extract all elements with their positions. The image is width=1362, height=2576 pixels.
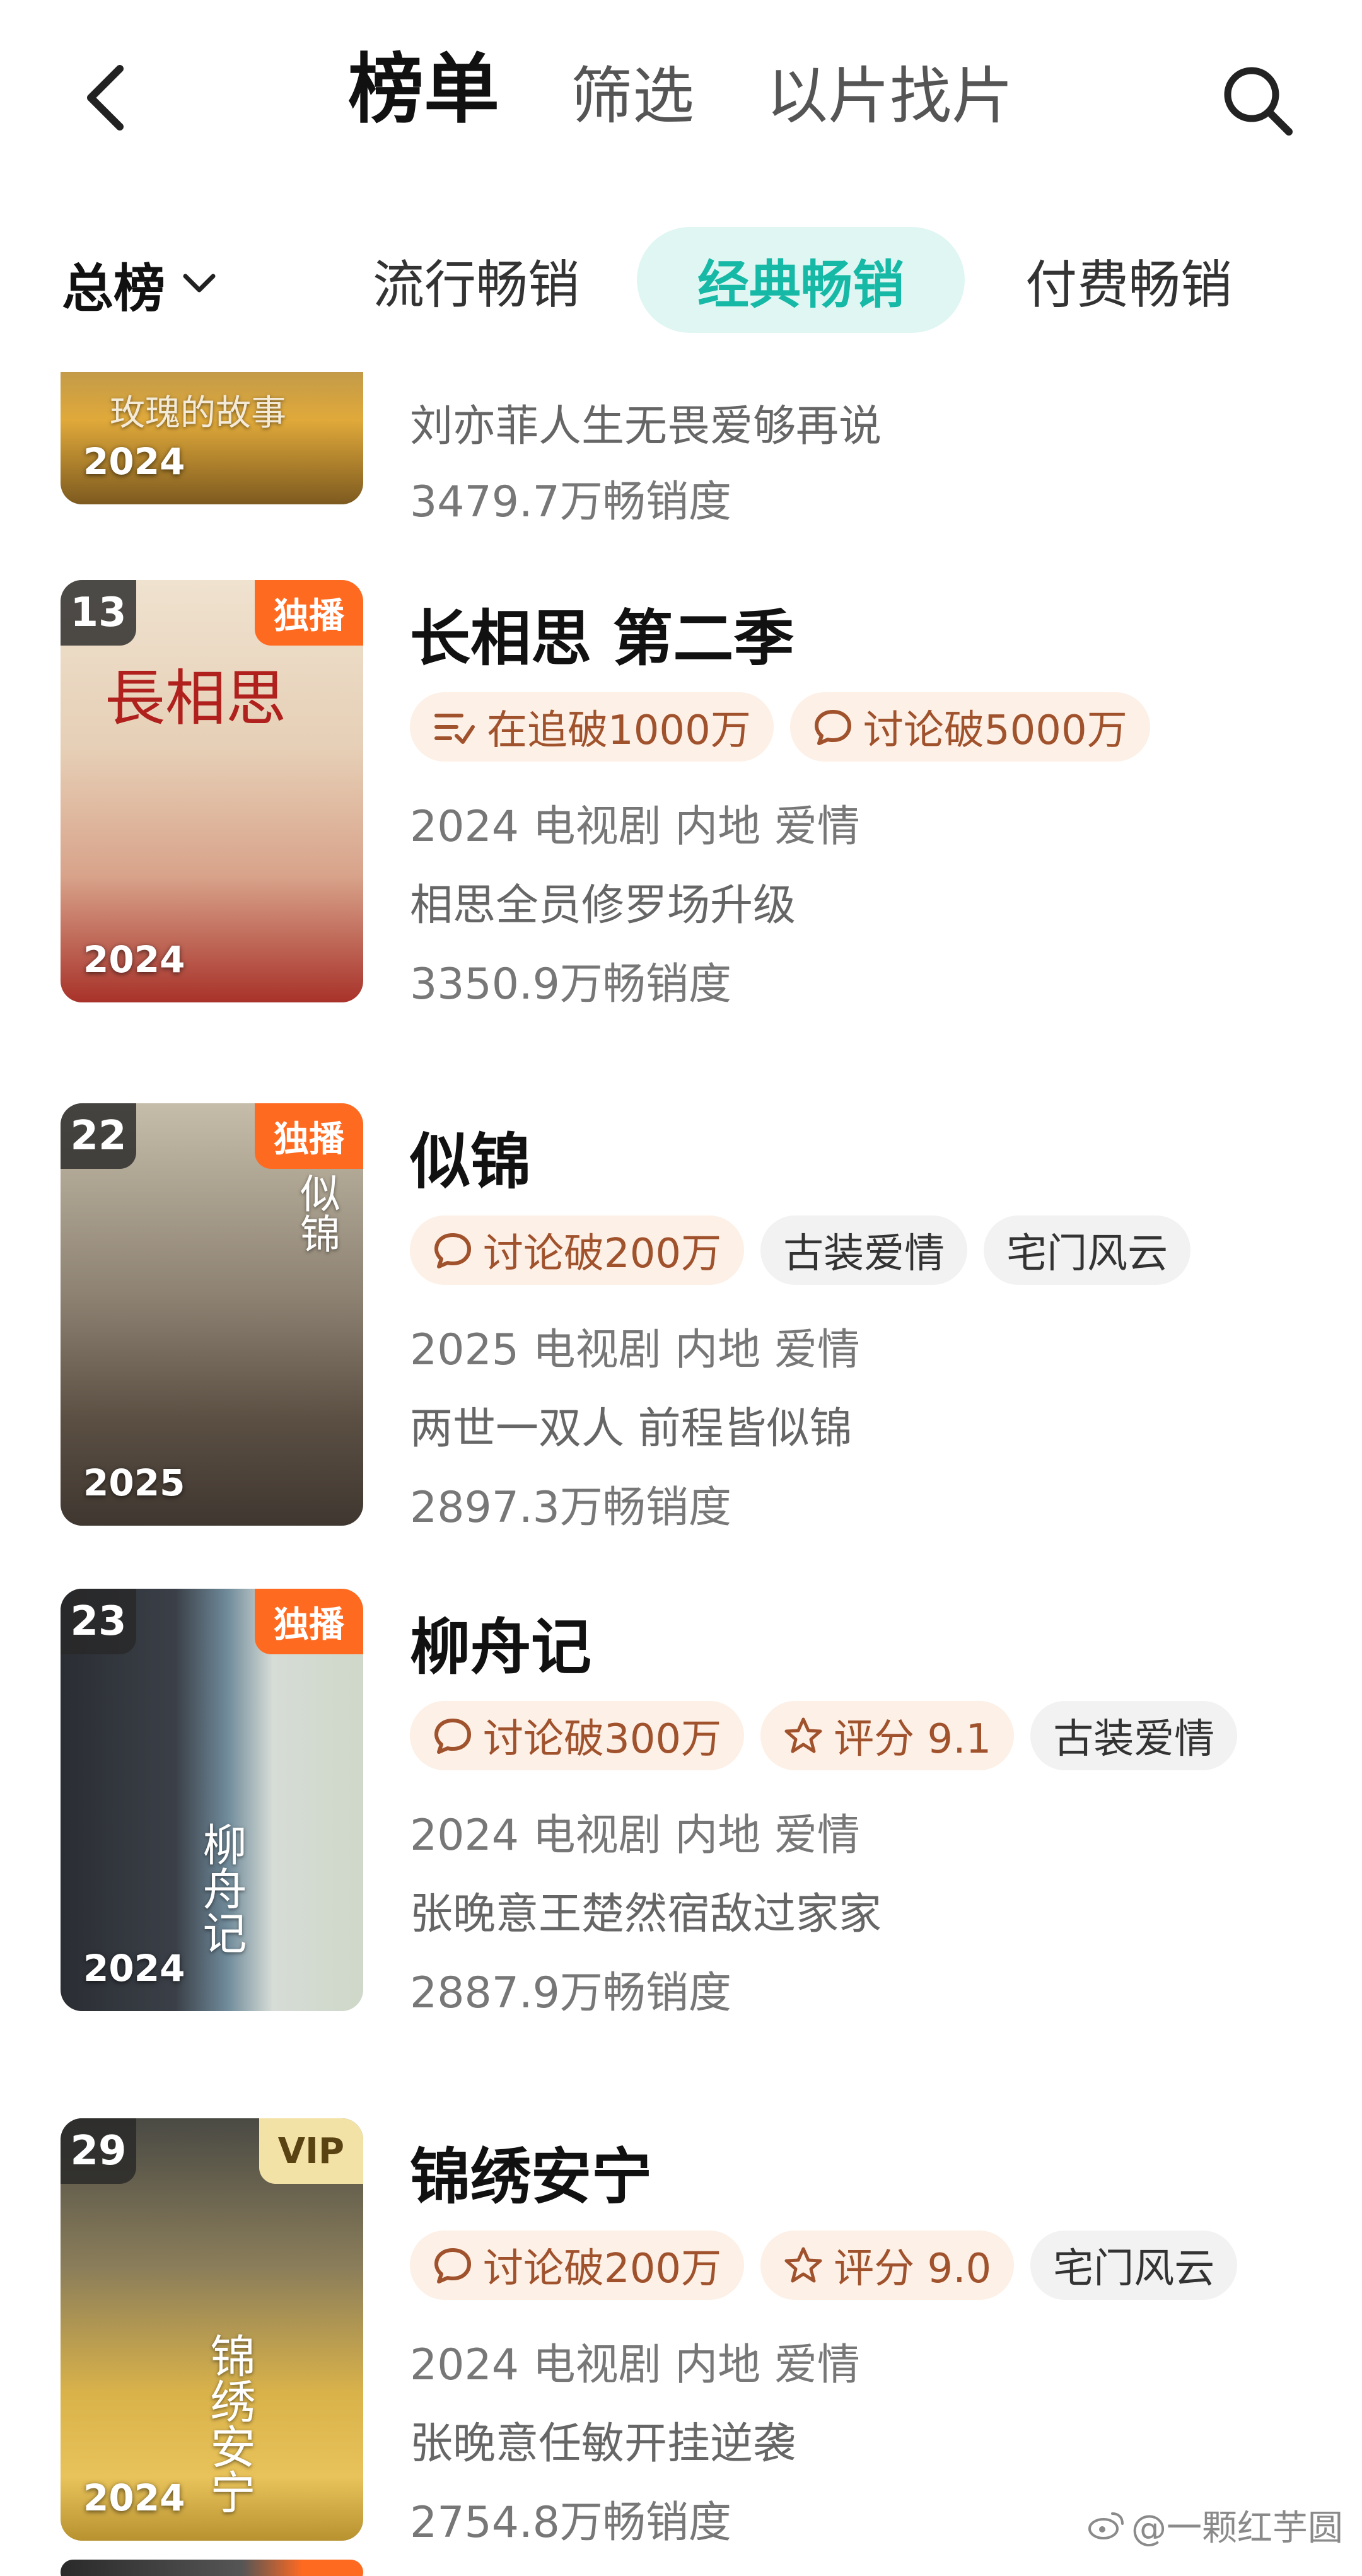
poster-title: 玫瑰的故事: [110, 393, 286, 434]
item-title: 锦绣安宁: [410, 2142, 652, 2212]
poster-image: [61, 2560, 363, 2576]
item-description: 张晚意王楚然宿敌过家家: [410, 1889, 882, 1939]
comment-icon: [434, 2248, 471, 2283]
tag: 古装爱情: [1030, 1701, 1238, 1770]
poster-image: 玫瑰的故事 2024: [61, 372, 363, 504]
poster-year: 2025: [83, 1461, 185, 1504]
poster-title: 柳舟记: [195, 1822, 247, 1954]
list-icon: [434, 714, 475, 744]
rank-number: 22: [61, 1103, 136, 1169]
item-title: 柳舟记: [410, 1612, 591, 1683]
item-description: 两世一双人 前程皆似锦: [410, 1404, 853, 1454]
back-arrow-icon[interactable]: [76, 60, 139, 136]
ranking-dropdown[interactable]: 总榜: [62, 246, 217, 322]
list-item[interactable]: 長相思 13 独播 2024 长相思 第二季 在追破1000万 讨论破5000万…: [0, 580, 1362, 1021]
poster-title: 锦绣安宁: [202, 2333, 255, 2514]
poster-image: 似锦 22 独播 2025: [61, 1103, 363, 1526]
tag: 宅门风云: [1030, 2231, 1238, 2300]
subtab-popular[interactable]: 流行畅销: [356, 227, 596, 333]
tab-filter[interactable]: 筛选: [571, 55, 694, 137]
poster-title: 似锦: [293, 1173, 340, 1253]
item-sales: 3350.9万畅销度: [410, 960, 731, 1009]
item-description: 刘亦菲人生无畏爱够再说: [410, 402, 882, 451]
rank-number: 23: [61, 1589, 136, 1654]
tag: 评分 9.0: [760, 2231, 1015, 2300]
poster-image: 長相思 13 独播 2024: [61, 580, 363, 1002]
search-icon[interactable]: [1217, 60, 1299, 142]
tab-find-by-film[interactable]: 以片找片: [766, 55, 1013, 137]
exclusive-badge: 独播: [255, 1589, 363, 1654]
item-title: 似锦: [410, 1127, 531, 1197]
tab-rankings[interactable]: 榜单: [348, 49, 499, 131]
rank-number: 29: [61, 2118, 136, 2184]
item-info: 2025 电视剧 内地 爱情: [410, 1325, 860, 1375]
tag: 讨论破200万: [410, 2231, 745, 2300]
poster-year: 2024: [83, 938, 185, 981]
tag: 讨论破300万: [410, 1701, 745, 1770]
poster-year: 2024: [83, 440, 185, 483]
tag-row: 在追破1000万 讨论破5000万: [410, 692, 1150, 762]
item-title: 长相思 第二季: [410, 603, 794, 674]
tag: 评分 9.1: [760, 1701, 1015, 1770]
poster-image: 柳舟记 23 独播 2024: [61, 1589, 363, 2011]
star-icon: [784, 2247, 822, 2283]
list-item[interactable]: 锦绣安宁 29 VIP 2024 锦绣安宁 讨论破200万 评分 9.0 宅门风…: [0, 2118, 1362, 2560]
poster-year: 2024: [83, 1947, 185, 1990]
comment-icon: [434, 1719, 471, 1754]
item-sales: 2754.8万畅销度: [410, 2498, 731, 2548]
category-tabs: 总榜 流行畅销 经典畅销 付费畅销: [0, 227, 1362, 340]
tag: 讨论破200万: [410, 1215, 745, 1285]
subtab-classic[interactable]: 经典畅销: [637, 227, 965, 333]
comment-icon: [434, 1233, 471, 1268]
ranking-list: 玫瑰的故事 2024 刘亦菲人生无畏爱够再说 3479.7万畅销度 長相思 13…: [0, 372, 1362, 2576]
exclusive-badge: 独播: [255, 1103, 363, 1169]
poster-title: 長相思: [105, 663, 286, 734]
comment-icon: [814, 710, 851, 745]
item-sales: 2887.9万畅销度: [410, 1968, 731, 2018]
item-description: 相思全员修罗场升级: [410, 881, 796, 931]
tag: 在追破1000万: [410, 692, 774, 762]
item-info: 2024 电视剧 内地 爱情: [410, 802, 860, 852]
poster-image: 锦绣安宁 29 VIP 2024: [61, 2118, 363, 2541]
top-nav: 榜单 筛选 以片找片: [0, 0, 1362, 195]
list-item[interactable]: 玫瑰的故事 2024 刘亦菲人生无畏爱够再说 3479.7万畅销度: [0, 372, 1362, 527]
poster-year: 2024: [83, 2476, 185, 2519]
item-description: 张晚意任敏开挂逆袭: [410, 2419, 796, 2469]
tag: 讨论破5000万: [789, 692, 1150, 762]
rank-number: 13: [61, 580, 136, 646]
weibo-icon: [1088, 2512, 1124, 2539]
tag-row: 讨论破200万 评分 9.0 宅门风云: [410, 2231, 1238, 2300]
vip-badge: VIP: [259, 2118, 363, 2184]
subtab-paid[interactable]: 付费畅销: [1009, 227, 1248, 333]
watermark: @一颗红芋圆: [1087, 2500, 1343, 2551]
list-item[interactable]: 似锦 22 独播 2025 似锦 讨论破200万 古装爱情 宅门风云 2025 …: [0, 1103, 1362, 1545]
item-sales: 2897.3万畅销度: [410, 1483, 731, 1533]
star-icon: [784, 1717, 822, 1753]
chevron-down-icon: [183, 274, 216, 293]
tag-row: 讨论破200万 古装爱情 宅门风云: [410, 1215, 1191, 1285]
tag-row: 讨论破300万 评分 9.1 古装爱情: [410, 1701, 1238, 1770]
tag: 宅门风云: [984, 1215, 1191, 1285]
item-info: 2024 电视剧 内地 爱情: [410, 2340, 860, 2390]
list-item[interactable]: 柳舟记 23 独播 2024 柳舟记 讨论破300万 评分 9.1 古装爱情 2…: [0, 1589, 1362, 2030]
dropdown-label: 总榜: [62, 258, 166, 319]
item-sales: 3479.7万畅销度: [410, 477, 731, 527]
list-item[interactable]: [0, 2560, 1362, 2576]
tag: 古装爱情: [760, 1215, 968, 1285]
item-info: 2024 电视剧 内地 爱情: [410, 1811, 860, 1860]
exclusive-badge: 独播: [255, 580, 363, 646]
